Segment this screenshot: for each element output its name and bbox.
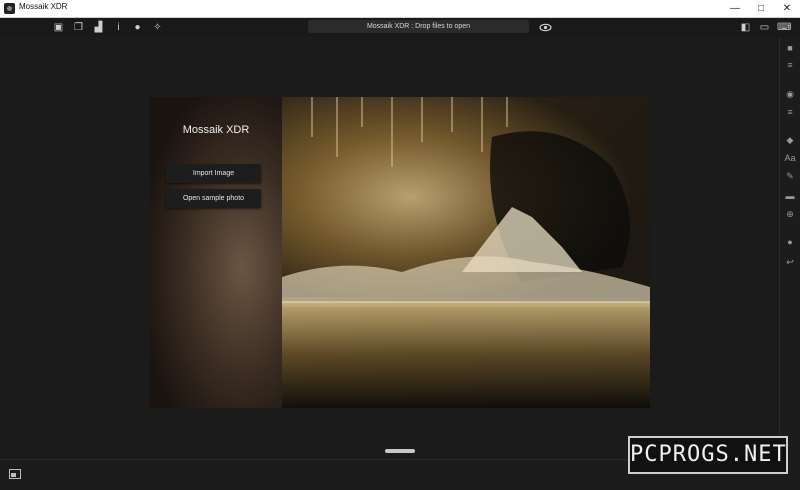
minimize-button[interactable]: — — [722, 0, 748, 17]
title-bar: Mossaik XDR — □ ✕ — [0, 0, 800, 18]
panel-layout-icon[interactable]: ◧ — [739, 21, 752, 34]
right-sidebar: ■ ≡ ◉ ≡ ◆ Aa ✎ ▬ ⊕ ● ↩ — [779, 38, 800, 459]
start-panel: Mossaik XDR Import Image Open sample pho… — [150, 97, 282, 408]
window-title: Mossaik XDR — [19, 2, 68, 11]
target-icon[interactable]: ◉ — [784, 88, 796, 100]
keyboard-icon[interactable]: ⌨ — [777, 21, 791, 34]
close-button[interactable]: ✕ — [774, 0, 800, 17]
panel-app-title: Mossaik XDR — [182, 124, 250, 136]
copy-icon[interactable]: ❐ — [72, 21, 85, 34]
brush-icon[interactable]: ✎ — [784, 170, 796, 182]
frame-icon[interactable]: ▬ — [784, 190, 796, 202]
briefcase-icon[interactable]: ■ — [784, 42, 796, 54]
magic-wand-icon[interactable]: ✧ — [151, 21, 164, 34]
open-sample-photo-button[interactable]: Open sample photo — [166, 189, 261, 208]
histogram-icon[interactable]: ▟ — [92, 21, 105, 34]
image-canvas: Mossaik XDR Import Image Open sample pho… — [150, 97, 650, 408]
filter-icon[interactable]: ≡ — [784, 106, 796, 118]
cave-photo — [282, 97, 650, 408]
transform-icon[interactable]: ⊕ — [784, 208, 796, 220]
window-icon[interactable]: ▭ — [758, 21, 771, 34]
watermark: PCPROGS.NET — [628, 436, 788, 474]
undo-icon[interactable]: ↩ — [784, 256, 796, 268]
drop-files-bar[interactable]: Mossaik XDR : Drop files to open — [308, 20, 529, 33]
info-i-icon[interactable]: i — [112, 21, 125, 34]
camera-folder-icon[interactable]: ▣ — [52, 21, 65, 34]
info-circle-icon[interactable]: ● — [131, 21, 144, 34]
image-info-icon[interactable] — [9, 469, 21, 479]
app-logo-icon — [4, 3, 15, 14]
eye-icon[interactable] — [539, 21, 552, 34]
sliders-icon[interactable]: ≡ — [784, 59, 796, 71]
panel-drag-handle[interactable] — [385, 449, 415, 453]
maximize-button[interactable]: □ — [748, 0, 774, 17]
text-icon[interactable]: Aa — [784, 152, 796, 164]
import-image-button[interactable]: Import Image — [166, 164, 261, 183]
layers-icon[interactable]: ◆ — [784, 134, 796, 146]
record-icon[interactable]: ● — [784, 236, 796, 248]
